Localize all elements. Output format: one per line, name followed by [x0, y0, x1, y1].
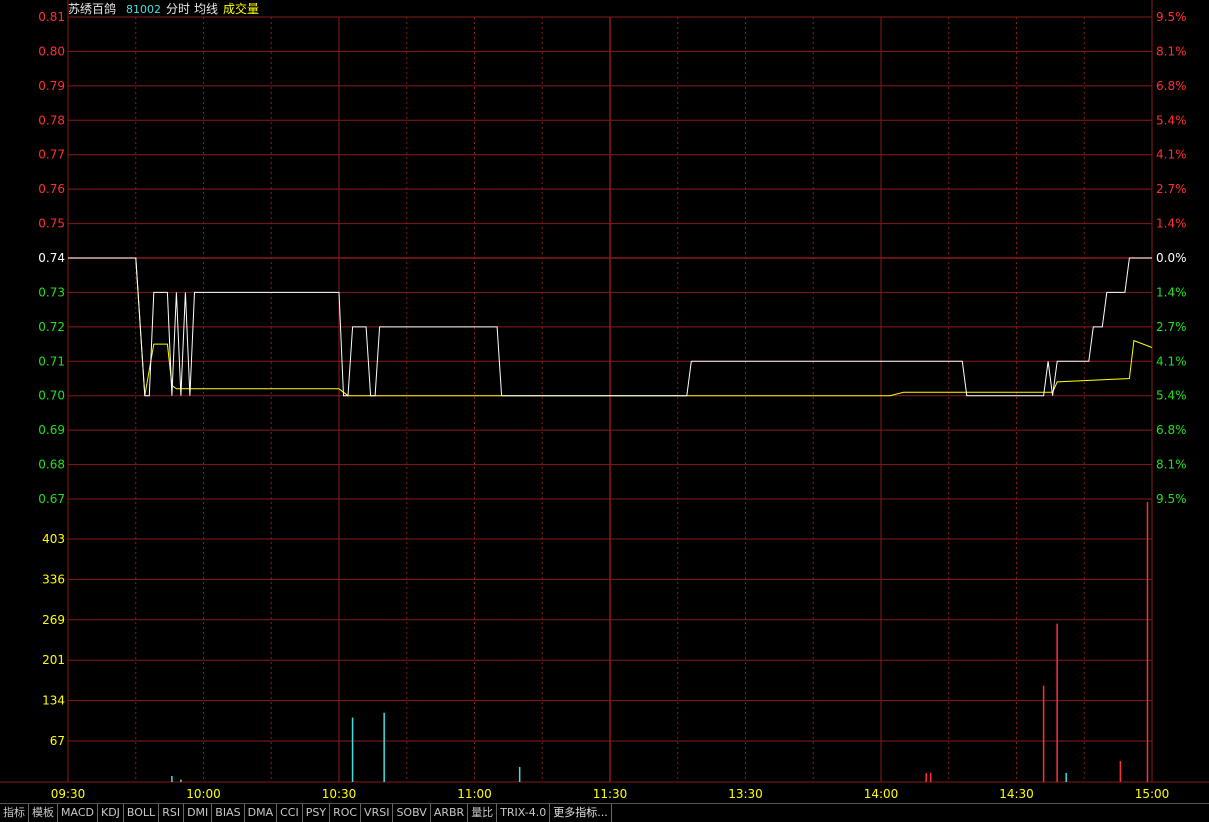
price-tick-label: 0.73: [38, 285, 65, 299]
intraday-chart[interactable]: 0.81 9.5% 0.80 8.1% 0.79 6.8% 0.78 5.4% 0.77 4.1%…: [0, 0, 1209, 803]
indicator-tab[interactable]: SOBV: [393, 804, 431, 822]
price-tick-label: 0.81: [38, 10, 65, 24]
pct-tick-label: 4.1%: [1156, 354, 1187, 368]
time-tick-label: 10:30: [322, 787, 357, 801]
time-tick-label: 11:00: [457, 787, 492, 801]
indicator-tab[interactable]: RSI: [159, 804, 185, 822]
indicator-tab[interactable]: PSY: [303, 804, 331, 822]
pct-tick-label: 6.8%: [1156, 79, 1187, 93]
indicator-tab[interactable]: MACD: [58, 804, 98, 822]
pct-tick-label: 2.7%: [1156, 320, 1187, 334]
vol-label[interactable]: 成交量: [223, 1, 259, 16]
time-tick-label: 13:30: [728, 787, 763, 801]
volume-tick-label: 336: [42, 572, 65, 586]
price-tick-label: 0.68: [38, 458, 65, 472]
volume-tick-label: 201: [42, 653, 65, 667]
pct-tick-label: 5.4%: [1156, 113, 1187, 127]
pct-tick-label: 1.4%: [1156, 285, 1187, 299]
pct-tick-label: 1.4%: [1156, 217, 1187, 231]
indicator-tab[interactable]: ARBR: [431, 804, 469, 822]
time-tick-label: 11:30: [593, 787, 628, 801]
price-tick-label: 0.74: [38, 251, 65, 265]
stock-name: 苏绣百鸽: [68, 1, 116, 16]
time-tick-label: 10:00: [186, 787, 221, 801]
indicator-tab[interactable]: DMA: [245, 804, 278, 822]
avg-label[interactable]: 均线: [194, 2, 218, 16]
indicator-tab[interactable]: TRIX-4.0: [497, 804, 551, 822]
price-tick-label: 0.75: [38, 217, 65, 231]
price-tick-label: 0.69: [38, 423, 65, 437]
volume-tick-label: 269: [42, 613, 65, 627]
pct-tick-label: 8.1%: [1156, 458, 1187, 472]
indicator-toolbar: 指标 模板 MACD KDJ BOLL RSI DMI BIAS DMA CCI PSY ROC VRS…: [0, 803, 1209, 822]
price-tick-label: 0.71: [38, 354, 65, 368]
indicator-tab[interactable]: DMI: [184, 804, 213, 822]
price-tick-label: 0.80: [38, 44, 65, 58]
volume-tick-label: 134: [42, 694, 65, 708]
pct-tick-label: 9.5%: [1156, 10, 1187, 24]
indicator-tab[interactable]: BOLL: [124, 804, 160, 822]
pct-tick-label: 6.8%: [1156, 423, 1187, 437]
indicator-tab[interactable]: 量比: [468, 804, 498, 822]
indicator-tab[interactable]: VRSI: [361, 804, 394, 822]
time-tick-label: 14:00: [864, 787, 899, 801]
price-tick-label: 0.77: [38, 148, 65, 162]
indicator-tab[interactable]: 指标: [0, 804, 29, 822]
price-tick-label: 0.78: [38, 113, 65, 127]
indicator-tab[interactable]: ROC: [330, 804, 362, 822]
indicator-tab[interactable]: 更多指标...: [550, 804, 612, 822]
pct-tick-label: 8.1%: [1156, 44, 1187, 58]
pct-tick-label: 9.5%: [1156, 492, 1187, 506]
indicator-tab[interactable]: BIAS: [212, 804, 245, 822]
pct-tick-label: 0.0%: [1156, 251, 1187, 265]
volume-tick-label: 403: [42, 532, 65, 546]
price-tick-label: 0.76: [38, 182, 65, 196]
mode-label[interactable]: 分时: [166, 2, 190, 16]
price-tick-label: 0.70: [38, 389, 65, 403]
time-tick-label: 14:30: [999, 787, 1034, 801]
pct-tick-label: 5.4%: [1156, 389, 1187, 403]
stock-code: 81002: [126, 3, 161, 16]
price-tick-label: 0.79: [38, 79, 65, 93]
indicator-tab[interactable]: KDJ: [98, 804, 124, 822]
indicator-tab[interactable]: CCI: [277, 804, 303, 822]
price-tick-label: 0.67: [38, 492, 65, 506]
time-tick-label: 15:00: [1135, 787, 1170, 801]
pct-tick-label: 4.1%: [1156, 148, 1187, 162]
indicator-tab[interactable]: 模板: [29, 804, 58, 822]
time-tick-label: 09:30: [51, 787, 86, 801]
pct-tick-label: 2.7%: [1156, 182, 1187, 196]
price-tick-label: 0.72: [38, 320, 65, 334]
volume-tick-label: 67: [50, 734, 65, 748]
